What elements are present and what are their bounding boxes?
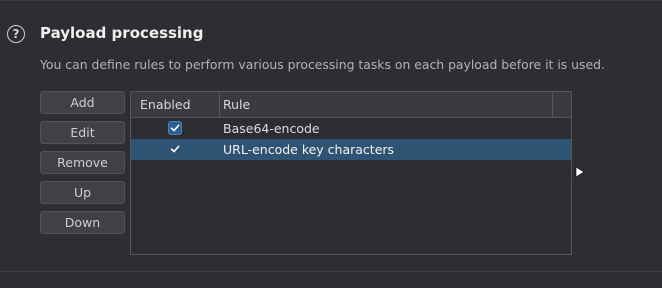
enabled-checkbox[interactable] xyxy=(168,142,182,156)
payload-processing-panel: ? Payload processing You can define rule… xyxy=(0,0,662,288)
table-row[interactable]: Base64-encode xyxy=(131,118,571,139)
down-button[interactable]: Down xyxy=(40,211,125,234)
table-header: Enabled Rule xyxy=(131,92,571,118)
add-button[interactable]: Add xyxy=(40,91,125,114)
check-icon xyxy=(170,124,180,132)
top-divider xyxy=(0,0,662,1)
section-title: Payload processing xyxy=(40,24,204,42)
bottom-divider xyxy=(0,271,662,272)
table-row[interactable]: URL-encode key characters xyxy=(131,139,571,160)
column-header-rule[interactable]: Rule xyxy=(223,92,250,117)
section-description: You can define rules to perform various … xyxy=(40,57,605,72)
rule-name: URL-encode key characters xyxy=(223,142,395,157)
column-header-enabled[interactable]: Enabled xyxy=(131,92,220,117)
enabled-checkbox[interactable] xyxy=(168,121,182,135)
rule-name: Base64-encode xyxy=(223,121,320,136)
edit-button[interactable]: Edit xyxy=(40,121,125,144)
mouse-pointer-icon xyxy=(575,166,585,178)
remove-button[interactable]: Remove xyxy=(40,151,125,174)
column-divider xyxy=(552,92,553,117)
check-icon xyxy=(170,145,180,153)
rules-table[interactable]: Enabled Rule Base64-encode URL-encode ke… xyxy=(130,91,572,255)
up-button[interactable]: Up xyxy=(40,181,125,204)
help-icon[interactable]: ? xyxy=(7,25,25,43)
